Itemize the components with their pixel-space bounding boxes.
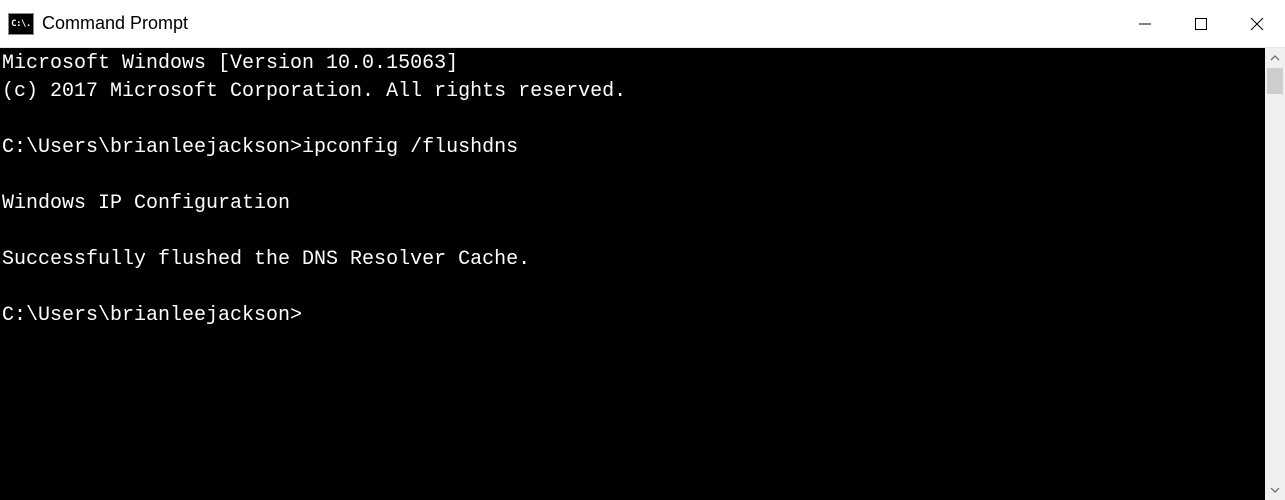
close-button[interactable] <box>1229 0 1285 47</box>
minimize-icon <box>1138 17 1152 31</box>
scroll-thumb[interactable] <box>1267 68 1283 94</box>
titlebar-controls <box>1117 0 1285 47</box>
terminal-line <box>2 218 1265 246</box>
terminal-line: Windows IP Configuration <box>2 190 1265 218</box>
vertical-scrollbar[interactable] <box>1265 48 1285 500</box>
terminal-line: C:\Users\brianleejackson> <box>2 302 1265 330</box>
window-titlebar[interactable]: C:\. Command Prompt <box>0 0 1285 48</box>
minimize-button[interactable] <box>1117 0 1173 47</box>
terminal-line <box>2 274 1265 302</box>
terminal-area: Microsoft Windows [Version 10.0.15063](c… <box>0 48 1285 500</box>
cmd-icon: C:\. <box>8 13 34 35</box>
maximize-icon <box>1194 17 1208 31</box>
scroll-up-arrow[interactable] <box>1265 48 1285 68</box>
terminal-line: Successfully flushed the DNS Resolver Ca… <box>2 246 1265 274</box>
maximize-button[interactable] <box>1173 0 1229 47</box>
titlebar-left: C:\. Command Prompt <box>0 13 188 35</box>
close-icon <box>1250 17 1264 31</box>
scroll-down-arrow[interactable] <box>1265 480 1285 500</box>
scroll-track[interactable] <box>1265 68 1285 480</box>
terminal-line: Microsoft Windows [Version 10.0.15063] <box>2 50 1265 78</box>
terminal-output[interactable]: Microsoft Windows [Version 10.0.15063](c… <box>0 48 1265 500</box>
terminal-line <box>2 162 1265 190</box>
window-title: Command Prompt <box>42 13 188 34</box>
terminal-line <box>2 106 1265 134</box>
chevron-down-icon <box>1270 485 1280 495</box>
terminal-line: C:\Users\brianleejackson>ipconfig /flush… <box>2 134 1265 162</box>
chevron-up-icon <box>1270 53 1280 63</box>
terminal-line: (c) 2017 Microsoft Corporation. All righ… <box>2 78 1265 106</box>
